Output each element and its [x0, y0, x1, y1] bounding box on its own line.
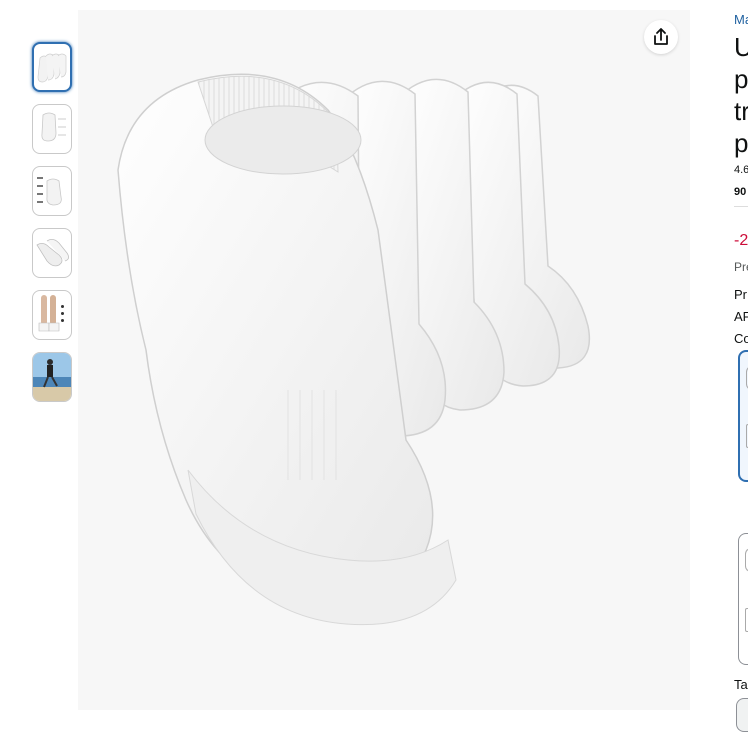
more-images-icon [61, 305, 65, 326]
legs-thumbnail-image [38, 295, 60, 332]
sock-detail-thumbnail-image [41, 112, 66, 142]
runner-beach-thumbnail-image [33, 353, 71, 401]
thumbnail-list [32, 42, 72, 414]
info-line-2: AF [734, 309, 748, 324]
thumbnail-socks-pack[interactable] [32, 42, 72, 92]
info-line-1: Pr [734, 287, 747, 302]
price-note: Pre [734, 260, 748, 274]
thumbnail-sock-detail[interactable] [32, 104, 72, 154]
socks-thumbnail-image [37, 53, 67, 83]
socks-pair-thumbnail-image [36, 239, 69, 267]
sock-features-thumbnail-image [37, 177, 62, 206]
share-icon [654, 28, 668, 45]
main-product-image[interactable] [78, 10, 690, 710]
thumbnail-sock-features[interactable] [32, 166, 72, 216]
color-option[interactable] [738, 533, 748, 665]
rating-value[interactable]: 4.6 [734, 164, 748, 176]
product-title-line-3: tr [734, 96, 748, 126]
thumbnail-legs-wearing-socks[interactable] [32, 290, 72, 340]
product-title-line-2: p [734, 64, 748, 94]
discount-badge: -2 [734, 232, 748, 249]
share-button[interactable] [644, 20, 678, 54]
bought-count: 90 [734, 186, 747, 198]
color-label: Co [734, 331, 748, 346]
product-title-line-4: p [734, 128, 748, 158]
thumbnail-socks-pair[interactable] [32, 228, 72, 278]
divider [734, 206, 748, 207]
brand-link[interactable]: Ma [734, 12, 748, 27]
size-label: Ta [734, 677, 748, 692]
thumbnail-runner-beach[interactable] [32, 352, 72, 402]
product-title-line-1: U [734, 32, 748, 62]
size-dropdown[interactable] [736, 698, 748, 732]
white-socks-image [117, 73, 591, 626]
color-option-selected[interactable] [738, 350, 748, 482]
